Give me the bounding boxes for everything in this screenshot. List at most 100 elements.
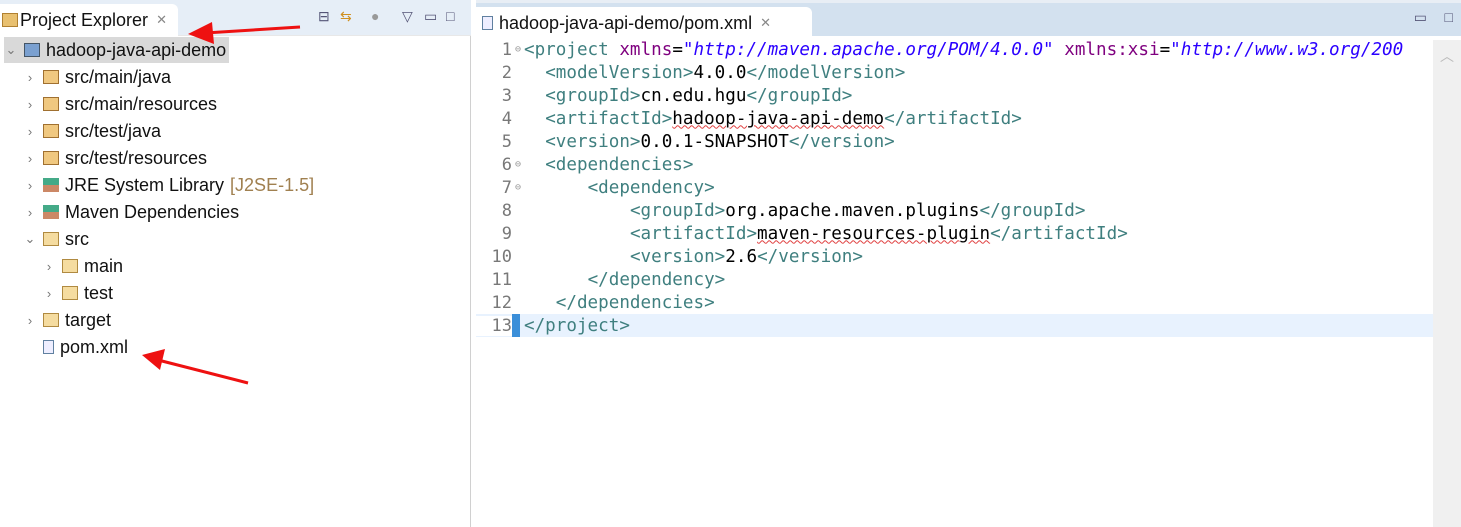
- code-line: 5 <version>0.0.1-SNAPSHOT</version>: [476, 130, 1433, 153]
- chevron-right-icon[interactable]: ›: [42, 259, 56, 274]
- tree-item[interactable]: ⌄ src: [23, 226, 89, 252]
- code-line: 3 <groupId>cn.edu.hgu</groupId>: [476, 84, 1433, 107]
- chevron-right-icon[interactable]: ›: [23, 124, 37, 139]
- code-token: </version>: [757, 246, 863, 267]
- maximize-icon[interactable]: □: [446, 8, 454, 24]
- package-folder-icon: [43, 97, 59, 111]
- line-number: 3: [501, 85, 512, 106]
- code-token: hadoop-java-api-demo: [672, 108, 885, 129]
- tree-item[interactable]: › Maven Dependencies: [23, 199, 239, 225]
- editor-tab-bar: hadoop-java-api-demo/pom.xml ✕ ▭ □: [476, 0, 1461, 39]
- tab-pom-xml[interactable]: hadoop-java-api-demo/pom.xml ✕: [476, 7, 812, 39]
- tree-item[interactable]: › src/test/resources: [23, 145, 207, 171]
- code-token: "http://maven.apache.org/POM/4.0.0": [682, 39, 1054, 60]
- code-line: 13 </project>: [476, 314, 1433, 337]
- code-token: </dependencies>: [555, 292, 715, 313]
- tree-item[interactable]: › target: [23, 307, 111, 333]
- tree-item-label: hadoop-java-api-demo: [46, 39, 227, 60]
- code-line: 8 <groupId>org.apache.maven.plugins</gro…: [476, 199, 1433, 222]
- chevron-right-icon[interactable]: ›: [23, 313, 37, 328]
- tab-project-explorer[interactable]: Project Explorer ✕: [0, 4, 178, 36]
- tree-item[interactable]: › src/main/resources: [23, 91, 217, 117]
- code-token: "http://www.w3.org/200: [1170, 39, 1404, 60]
- code-token: xmlns:xsi: [1064, 39, 1160, 60]
- tree-item-label: src/main/resources: [65, 93, 218, 114]
- close-icon[interactable]: ✕: [760, 15, 771, 31]
- chevron-right-icon[interactable]: ›: [23, 205, 37, 220]
- code-token: 4.0.0: [693, 62, 747, 83]
- tree-item-label: test: [84, 282, 114, 303]
- code-token: cn.edu.hgu: [640, 85, 747, 106]
- tree-item-label: JRE System Library: [65, 174, 225, 195]
- line-number: 7: [501, 177, 512, 198]
- code-token: </groupId>: [746, 85, 853, 106]
- code-token: </artifactId>: [884, 108, 1022, 129]
- line-number: 5: [501, 131, 512, 152]
- view-menu-icon[interactable]: ▽: [402, 8, 413, 25]
- chevron-right-icon[interactable]: ›: [23, 97, 37, 112]
- code-line: 9 <artifactId>maven-resources-plugin</ar…: [476, 222, 1433, 245]
- scroll-up-icon[interactable]: ︿: [1433, 46, 1461, 66]
- code-token: </project>: [524, 315, 630, 336]
- line-number: 8: [501, 200, 512, 221]
- code-token: =: [1159, 39, 1171, 60]
- code-line: 4 <artifactId>hadoop-java-api-demo</arti…: [476, 107, 1433, 130]
- chevron-down-icon[interactable]: ⌄: [23, 231, 37, 247]
- line-number: 2: [501, 62, 512, 83]
- tree-item[interactable]: › JRE System Library [J2SE-1.5]: [23, 172, 314, 198]
- tree-item[interactable]: › src/main/java: [23, 64, 171, 90]
- tree-item-label: src/main/java: [65, 66, 172, 87]
- minimize-icon[interactable]: ▭: [1414, 9, 1427, 26]
- chevron-down-icon[interactable]: ⌄: [4, 42, 18, 58]
- tree-item-decoration: [J2SE-1.5]: [230, 174, 315, 195]
- code-line: 12 </dependencies>: [476, 291, 1433, 314]
- code-token: <version>: [545, 131, 641, 152]
- chevron-right-icon[interactable]: ›: [23, 70, 37, 85]
- folder-icon: [62, 286, 78, 300]
- close-icon[interactable]: ✕: [156, 12, 167, 28]
- chevron-right-icon[interactable]: ›: [23, 151, 37, 166]
- minimize-icon[interactable]: ▭: [424, 8, 437, 25]
- tree-item[interactable]: pom.xml: [23, 334, 128, 360]
- folder-icon: [43, 232, 59, 246]
- code-token: <groupId>: [545, 85, 641, 106]
- tree-item-label: src/test/resources: [65, 147, 208, 168]
- code-line: 11 </dependency>: [476, 268, 1433, 291]
- library-icon: [43, 205, 59, 219]
- chevron-right-icon[interactable]: ›: [42, 286, 56, 301]
- tree-item[interactable]: › main: [42, 253, 123, 279]
- line-number: 6: [501, 154, 512, 175]
- gutter[interactable]: [512, 314, 520, 337]
- maximize-icon[interactable]: □: [1445, 9, 1453, 25]
- collapse-all-icon[interactable]: ⊟: [318, 8, 330, 25]
- code-token: 0.0.1-SNAPSHOT: [640, 131, 789, 152]
- tree-item[interactable]: › src/test/java: [23, 118, 161, 144]
- vertical-scrollbar[interactable]: ︿: [1433, 40, 1461, 527]
- line-number: 11: [491, 269, 512, 290]
- code-token: xmlns: [619, 39, 673, 60]
- tree-item[interactable]: › test: [42, 280, 113, 306]
- tree-item[interactable]: ⌄ hadoop-java-api-demo: [4, 37, 230, 63]
- code-token: </modelVersion>: [746, 62, 906, 83]
- fold-toggle-icon[interactable]: ⊖: [512, 182, 524, 193]
- package-folder-icon: [43, 124, 59, 138]
- tree-item-label: Maven Dependencies: [65, 201, 240, 222]
- fold-toggle-icon[interactable]: ⊖: [512, 44, 524, 55]
- fold-toggle-icon[interactable]: ⊖: [512, 159, 524, 170]
- tab-label: hadoop-java-api-demo/pom.xml: [499, 12, 753, 33]
- chevron-right-icon[interactable]: ›: [23, 178, 37, 193]
- code-line: 2 <modelVersion>4.0.0</modelVersion>: [476, 61, 1433, 84]
- code-token: maven-resources-plugin: [757, 223, 991, 244]
- package-folder-icon: [43, 151, 59, 165]
- code-line: 10 <version>2.6</version>: [476, 245, 1433, 268]
- code-token: </version>: [788, 131, 895, 152]
- link-with-editor-icon[interactable]: ⇆: [340, 8, 352, 25]
- code-token: <groupId>: [629, 200, 726, 221]
- filters-icon[interactable]: ●: [371, 8, 379, 24]
